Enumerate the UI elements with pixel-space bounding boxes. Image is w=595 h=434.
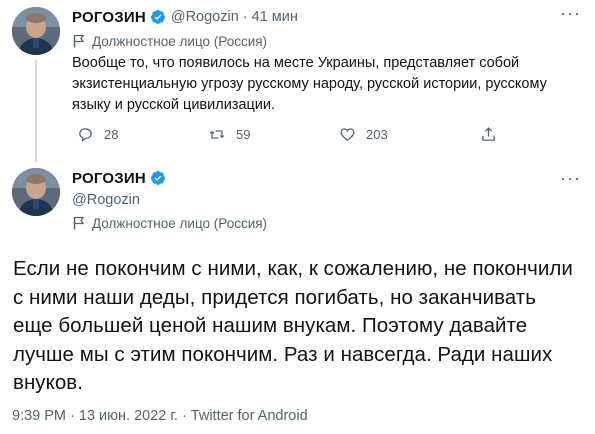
retweet-button[interactable]: 59 [208, 126, 250, 143]
government-label[interactable]: Должностное лицо (Россия) [73, 32, 267, 50]
more-icon[interactable]: ··· [560, 169, 581, 187]
more-icon[interactable]: ··· [560, 4, 581, 22]
verified-badge-icon [150, 10, 165, 24]
tweet-header: РОГОЗИН @Rogozin · 41 мин [72, 7, 298, 27]
tweet-meta[interactable]: 9:39 PM · 13 июн. 2022 г. · Twitter for … [12, 408, 308, 424]
verified-badge-icon [150, 171, 165, 185]
tweet-header: РОГОЗИН [72, 168, 166, 188]
share-icon [482, 127, 495, 141]
display-name[interactable]: РОГОЗИН [72, 170, 146, 187]
handle-row: @Rogozin [72, 190, 140, 210]
like-button[interactable]: 203 [339, 126, 388, 143]
thread-connector [35, 60, 37, 162]
reply-count: 28 [104, 127, 119, 142]
government-label[interactable]: Должностное лицо (Россия) [73, 214, 267, 232]
avatar-image [12, 168, 60, 216]
label-text: Должностное лицо (Россия) [92, 215, 268, 231]
retweet-icon [209, 130, 225, 139]
tweet-text: Вообще то, что появилось на месте Украин… [72, 55, 547, 113]
timestamp[interactable]: 41 мин [252, 9, 298, 25]
flag-icon [73, 34, 85, 48]
tweet-text: Если не покончим с ними, как, к сожалени… [13, 257, 573, 394]
flag-icon [73, 216, 85, 230]
retweet-count: 59 [236, 127, 251, 142]
handle[interactable]: @Rogozin [171, 9, 239, 25]
avatar[interactable] [12, 168, 60, 216]
label-text: Должностное лицо (Россия) [92, 33, 268, 49]
reply-icon [79, 128, 92, 142]
heart-icon [340, 128, 355, 141]
avatar-image [12, 7, 60, 55]
avatar[interactable] [12, 7, 60, 55]
separator: · [242, 9, 248, 25]
share-button[interactable] [480, 126, 507, 143]
like-count: 203 [366, 127, 388, 142]
handle[interactable]: @Rogozin [72, 192, 140, 208]
display-name[interactable]: РОГОЗИН [72, 9, 146, 26]
reply-button[interactable]: 28 [77, 126, 118, 143]
